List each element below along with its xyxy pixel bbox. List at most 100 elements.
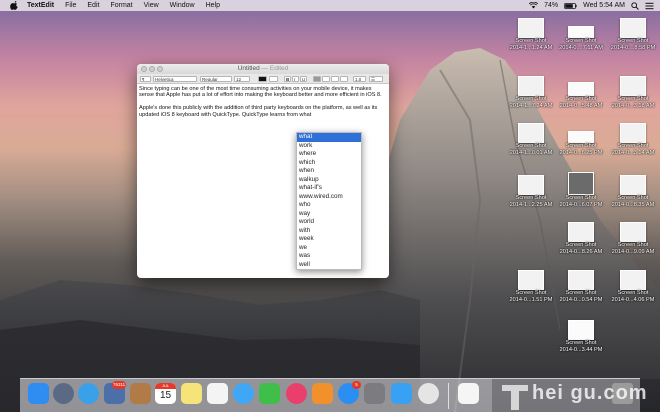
messages-icon[interactable] — [233, 383, 254, 404]
desktop-file-screenshot[interactable]: Screen Shot 2014-1...0.01 AM — [508, 123, 554, 156]
safari-icon[interactable] — [78, 383, 99, 404]
desktop-file-screenshot[interactable]: Screen Shot 2014-0...3.18 AM — [610, 76, 656, 109]
apple-menu-icon[interactable] — [10, 1, 19, 10]
desktop-file-screenshot[interactable]: Screen Shot 2014-0...9.09 AM — [610, 222, 656, 255]
screenshot-thumbnail — [568, 222, 594, 242]
finder-icon[interactable] — [28, 383, 49, 404]
desktop-file-screenshot[interactable]: Screen Shot 2014-0...6.07 PM — [558, 172, 604, 208]
system-preferences-icon[interactable] — [364, 383, 385, 404]
suggestion-item[interactable]: work — [297, 142, 361, 151]
desktop-file-screenshot[interactable]: Screen Shot 2014-0....8.58 PM — [610, 18, 656, 51]
align-left-button[interactable] — [313, 76, 321, 82]
reminders-icon[interactable] — [207, 383, 228, 404]
suggestion-item[interactable]: well — [297, 261, 361, 270]
suggestion-item[interactable]: week — [297, 235, 361, 244]
desktop-file-screenshot[interactable]: Screen Shot 2014-0...1.51 PM — [508, 270, 554, 303]
font-size-popup[interactable]: 12 — [234, 76, 250, 82]
suggestion-item[interactable]: where — [297, 150, 361, 159]
suggestion-item[interactable]: when — [297, 167, 361, 176]
screenshot-thumbnail — [518, 175, 544, 195]
close-window-button[interactable] — [141, 66, 147, 72]
paragraph-2: Apple's done this publicly with the addi… — [139, 105, 378, 118]
notes-icon[interactable] — [181, 383, 202, 404]
file-date: 2014-0...1.51 PM — [509, 296, 553, 303]
suggestion-item[interactable]: was — [297, 252, 361, 261]
menu-app-name[interactable]: TextEdit — [27, 0, 54, 11]
desktop-file-screenshot[interactable]: Screen Shot 2014-0...8.26 AM — [558, 222, 604, 255]
document-stack-icon[interactable] — [458, 383, 479, 404]
desktop-file-screenshot[interactable]: Screen Shot 2014-1...1.24 AM — [508, 18, 554, 51]
desktop-file-screenshot[interactable]: Screen Shot 2014-0...8.35 AM — [610, 175, 656, 208]
line-spacing-popup[interactable]: 1.0 — [353, 76, 366, 82]
suggestion-item[interactable]: www.wired.com — [297, 193, 361, 202]
text-color-well[interactable] — [258, 76, 267, 82]
ibooks-icon[interactable] — [312, 383, 333, 404]
suggestion-item[interactable]: world — [297, 218, 361, 227]
desktop-file-screenshot[interactable]: Screen Shot 2014-0...0.54 PM — [558, 270, 604, 303]
font-style-popup[interactable]: Regular — [200, 76, 232, 82]
menu-view[interactable]: View — [144, 0, 159, 11]
screenshot-thumbnail — [518, 123, 544, 143]
background-color-well[interactable] — [269, 76, 278, 82]
notification-center-icon[interactable] — [645, 2, 654, 10]
spotlight-search-icon[interactable] — [631, 1, 639, 10]
minimize-window-button[interactable] — [149, 66, 155, 72]
desktop-file-screenshot[interactable]: Screen Shot 2014-0....7.11 AM — [558, 18, 604, 51]
paragraph-style-popup[interactable]: ¶ — [140, 76, 151, 82]
window-titlebar[interactable]: Untitled — Edited — [137, 64, 389, 74]
file-date: 2014-0....7.11 AM — [559, 44, 603, 51]
bold-button[interactable]: B — [284, 76, 291, 82]
font-family-popup[interactable]: Helvetica — [153, 76, 197, 82]
desktop-file-screenshot[interactable]: Screen Shot 2014-0...6.25 PM — [558, 123, 604, 156]
suggestion-item[interactable]: we — [297, 244, 361, 253]
desktop-file-screenshot[interactable]: Screen Shot 2014-1...7.24 AM — [508, 76, 554, 109]
wifi-icon[interactable] — [529, 2, 539, 9]
align-justify-button[interactable] — [331, 76, 339, 82]
list-style-popup[interactable]: ☰ — [369, 76, 383, 82]
menu-window[interactable]: Window — [170, 0, 195, 11]
desktop-file-screenshot[interactable]: Screen Shot 2014-0...3.44 PM — [558, 320, 604, 353]
menu-edit[interactable]: Edit — [87, 0, 99, 11]
align-center-button[interactable] — [322, 76, 330, 82]
screenshot-thumbnail — [620, 76, 646, 96]
contacts-icon[interactable] — [130, 383, 151, 404]
suggestion-item[interactable]: way — [297, 210, 361, 219]
paragraph-1: Since typing can be one of the most time… — [139, 86, 382, 99]
document-text-area[interactable]: Since typing can be one of the most time… — [137, 84, 389, 126]
file-date: 2014-0...3.18 AM — [611, 102, 655, 109]
menu-format[interactable]: Format — [110, 0, 132, 11]
suggestion-item[interactable]: walkup — [297, 176, 361, 185]
menu-help[interactable]: Help — [206, 0, 220, 11]
suggestion-item[interactable]: which — [297, 159, 361, 168]
italic-button[interactable]: I — [292, 76, 299, 82]
facetime-icon[interactable] — [259, 383, 280, 404]
file-date: 2014-0...3.44 PM — [559, 346, 603, 353]
desktop-file-screenshot[interactable]: Screen Shot 2014-0...4.06 PM — [610, 270, 656, 303]
itunes-icon[interactable] — [286, 383, 307, 404]
textedit-window[interactable]: Untitled — Edited ¶ Helvetica Regular 12… — [137, 64, 389, 278]
screenshot-thumbnail — [620, 123, 646, 143]
desktop-file-screenshot[interactable]: Screen Shot 2014-0...3.14 AM — [610, 123, 656, 156]
calendar-day: 15 — [159, 390, 172, 401]
launchpad-icon[interactable] — [53, 383, 74, 404]
twitter-icon[interactable] — [391, 383, 412, 404]
window-title: Untitled — [237, 65, 260, 72]
file-date: 2014-0...4.06 PM — [611, 296, 655, 303]
suggestion-item[interactable]: what-if's — [297, 184, 361, 193]
align-right-button[interactable] — [340, 76, 348, 82]
suggestion-item[interactable]: who — [297, 201, 361, 210]
suggestion-item[interactable]: what — [297, 133, 361, 142]
autocomplete-suggestion-list[interactable]: what work where which when walkup what-i… — [296, 132, 362, 270]
menu-file[interactable]: File — [65, 0, 76, 11]
zoom-window-button[interactable] — [157, 66, 163, 72]
suggestion-item[interactable]: with — [297, 227, 361, 236]
battery-icon[interactable] — [564, 2, 577, 9]
desktop-file-screenshot[interactable]: Screen Shot 2014-1...2.25 AM — [508, 175, 554, 208]
calendar-icon[interactable]: JUL 15 — [155, 383, 176, 404]
underline-button[interactable]: U — [300, 76, 307, 82]
screenshot-thumbnail — [568, 131, 594, 143]
chrome-icon[interactable] — [418, 383, 439, 404]
menubar-clock[interactable]: Wed 5:54 AM — [583, 2, 625, 9]
file-date: 2014-1...1.24 AM — [509, 44, 553, 51]
desktop-file-screenshot[interactable]: Screen Shot 2014-0...5.48 AM — [558, 76, 604, 109]
